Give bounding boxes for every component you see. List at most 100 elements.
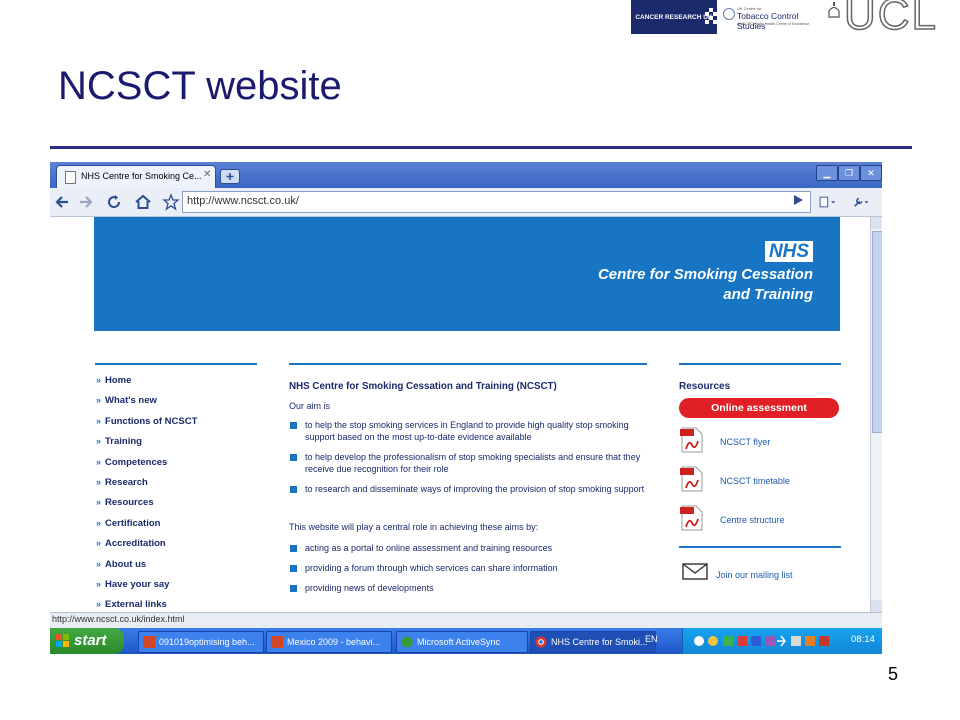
system-tray: EN 08:14 — [645, 628, 882, 654]
nav-label: Certification — [105, 517, 161, 529]
ucl-dome-icon — [828, 2, 840, 18]
chevron-right-icon: » — [96, 558, 102, 569]
banner-title: Centre for Smoking Cessation and Trainin… — [513, 265, 813, 305]
new-tab-button[interactable] — [220, 169, 240, 184]
sync-icon — [401, 636, 413, 648]
powerpoint-icon — [143, 636, 155, 648]
aim-item: to help develop the professionalism of s… — [289, 451, 649, 475]
banner-title-line1: Centre for Smoking Cessation — [597, 266, 813, 283]
mailing-list-link[interactable]: Join our mailing list — [679, 560, 841, 590]
taskbar-label: 091019optimising beh... — [159, 637, 255, 647]
tab-title: NHS Centre for Smoking Ce... — [81, 171, 202, 181]
page-icon — [65, 171, 76, 184]
tab-close-icon[interactable]: ✕ — [203, 169, 211, 180]
nav-label: Research — [105, 476, 148, 488]
go-arrow-icon[interactable] — [792, 194, 804, 206]
nav-item-home[interactable]: » Home — [96, 375, 197, 395]
clock: 08:14 — [851, 634, 875, 645]
nav-item-resources[interactable]: » Resources — [96, 497, 197, 517]
taskbar-item-ppt-1[interactable]: 091019optimising beh... — [138, 631, 264, 653]
nav-item-have-your-say[interactable]: » Have your say — [96, 579, 197, 599]
scroll-down-icon[interactable] — [871, 600, 882, 612]
vertical-scrollbar[interactable] — [870, 217, 882, 612]
cruk-logo-mark — [705, 8, 717, 24]
windows-taskbar: start 091019optimising beh... Mexico 200… — [50, 628, 882, 654]
scroll-up-icon[interactable] — [871, 217, 882, 229]
chrome-icon — [535, 636, 547, 648]
uktcs-logo: UK Centre for Tobacco Control Studies A … — [723, 2, 823, 32]
browser-toolbar: http://www.ncsct.co.uk/ — [50, 188, 882, 217]
pdf-icon — [680, 427, 703, 453]
resource-label: Centre structure — [720, 515, 785, 525]
forward-arrow-icon[interactable] — [76, 193, 94, 211]
chevron-right-icon: » — [96, 599, 102, 610]
role-item: providing a forum through which services… — [289, 562, 649, 574]
nav-label: What's new — [105, 395, 157, 407]
taskbar-item-browser[interactable]: NHS Centre for Smoki... — [530, 631, 656, 653]
web-viewport: NHS Centre for Smoking Cessation and Tra… — [50, 217, 870, 612]
pdf-icon — [680, 466, 703, 492]
main-divider — [289, 363, 647, 365]
status-url: http://www.ncsct.co.uk/index.html — [52, 614, 185, 624]
nav-item-research[interactable]: » Research — [96, 477, 197, 497]
minimize-button[interactable]: ▁ — [816, 165, 838, 181]
wrench-icon[interactable] — [852, 193, 870, 211]
aim-item: to help the stop smoking services in Eng… — [289, 419, 649, 443]
online-assessment-button[interactable]: Online assessment — [679, 398, 839, 418]
main-heading: NHS Centre for Smoking Cessation and Tra… — [289, 381, 557, 392]
taskbar-item-ppt-2[interactable]: Mexico 2009 - behavi... — [266, 631, 392, 653]
address-bar[interactable]: http://www.ncsct.co.uk/ — [182, 191, 811, 213]
plus-icon — [226, 173, 234, 180]
chevron-right-icon: » — [96, 375, 102, 385]
back-arrow-icon[interactable] — [54, 193, 72, 211]
status-bar: http://www.ncsct.co.uk/index.html — [50, 612, 882, 628]
site-banner: NHS Centre for Smoking Cessation and Tra… — [94, 217, 840, 331]
tray-icons[interactable] — [693, 635, 843, 647]
nav-item-accreditation[interactable]: » Accreditation — [96, 538, 197, 558]
chevron-right-icon: » — [96, 538, 102, 549]
ucl-logo: UCL — [828, 0, 960, 40]
slide-title: NCSCT website — [58, 64, 342, 108]
main-content: NHS Centre for Smoking Cessation and Tra… — [289, 377, 649, 594]
nhs-logo: NHS — [765, 241, 813, 262]
banner-title-line2: and Training — [723, 286, 813, 303]
nav-label: Competences — [105, 456, 168, 468]
uktcs-logo-line3: A UKCRC Public Health Centre of Excellen… — [737, 22, 810, 26]
chevron-right-icon: » — [96, 476, 102, 487]
windows-flag-icon — [56, 634, 69, 647]
resource-label: NCSCT timetable — [720, 476, 790, 486]
nav-item-external-links[interactable]: » External links — [96, 599, 197, 612]
maximize-button[interactable]: ❐ — [838, 165, 860, 181]
page-menu-icon[interactable] — [818, 193, 836, 211]
uktcs-ring-icon — [723, 8, 735, 20]
pdf-icon — [680, 505, 703, 531]
taskbar-item-activesync[interactable]: Microsoft ActiveSync — [396, 631, 528, 653]
nav-item-about-us[interactable]: » About us — [96, 559, 197, 579]
nav-item-training[interactable]: » Training — [96, 436, 197, 456]
site-nav: » Home » What's new » Functions of NCSCT » T… — [96, 375, 197, 612]
start-label: start — [74, 632, 107, 649]
nav-item-competences[interactable]: » Competences — [96, 457, 197, 477]
home-icon[interactable] — [134, 193, 152, 211]
resource-link-timetable[interactable]: NCSCT timetable — [679, 463, 841, 502]
nav-item-whats-new[interactable]: » What's new — [96, 395, 197, 415]
language-indicator[interactable]: EN — [645, 634, 658, 644]
nav-label: Accreditation — [105, 538, 166, 550]
nav-item-certification[interactable]: » Certification — [96, 518, 197, 538]
logo-bar: CANCER RESEARCH UK UK Centre for Tobacco… — [631, 0, 960, 40]
chevron-right-icon: » — [96, 415, 102, 426]
url-text: http://www.ncsct.co.uk/ — [187, 195, 299, 207]
nav-item-functions[interactable]: » Functions of NCSCT — [96, 416, 197, 436]
browser-tab[interactable]: NHS Centre for Smoking Ce... ✕ — [56, 165, 216, 189]
nav-label: Home — [105, 375, 132, 386]
resource-link-structure[interactable]: Centre structure — [679, 502, 841, 541]
scroll-thumb[interactable] — [872, 231, 882, 433]
side-divider — [679, 363, 841, 365]
start-button[interactable]: start — [50, 628, 124, 654]
cruk-logo: CANCER RESEARCH UK — [631, 0, 717, 34]
resource-link-flyer[interactable]: NCSCT flyer — [679, 424, 841, 463]
close-window-button[interactable]: ✕ — [860, 165, 882, 181]
reload-icon[interactable] — [105, 193, 123, 211]
nav-label: Functions of NCSCT — [105, 415, 198, 427]
bookmark-star-icon[interactable] — [162, 193, 180, 211]
